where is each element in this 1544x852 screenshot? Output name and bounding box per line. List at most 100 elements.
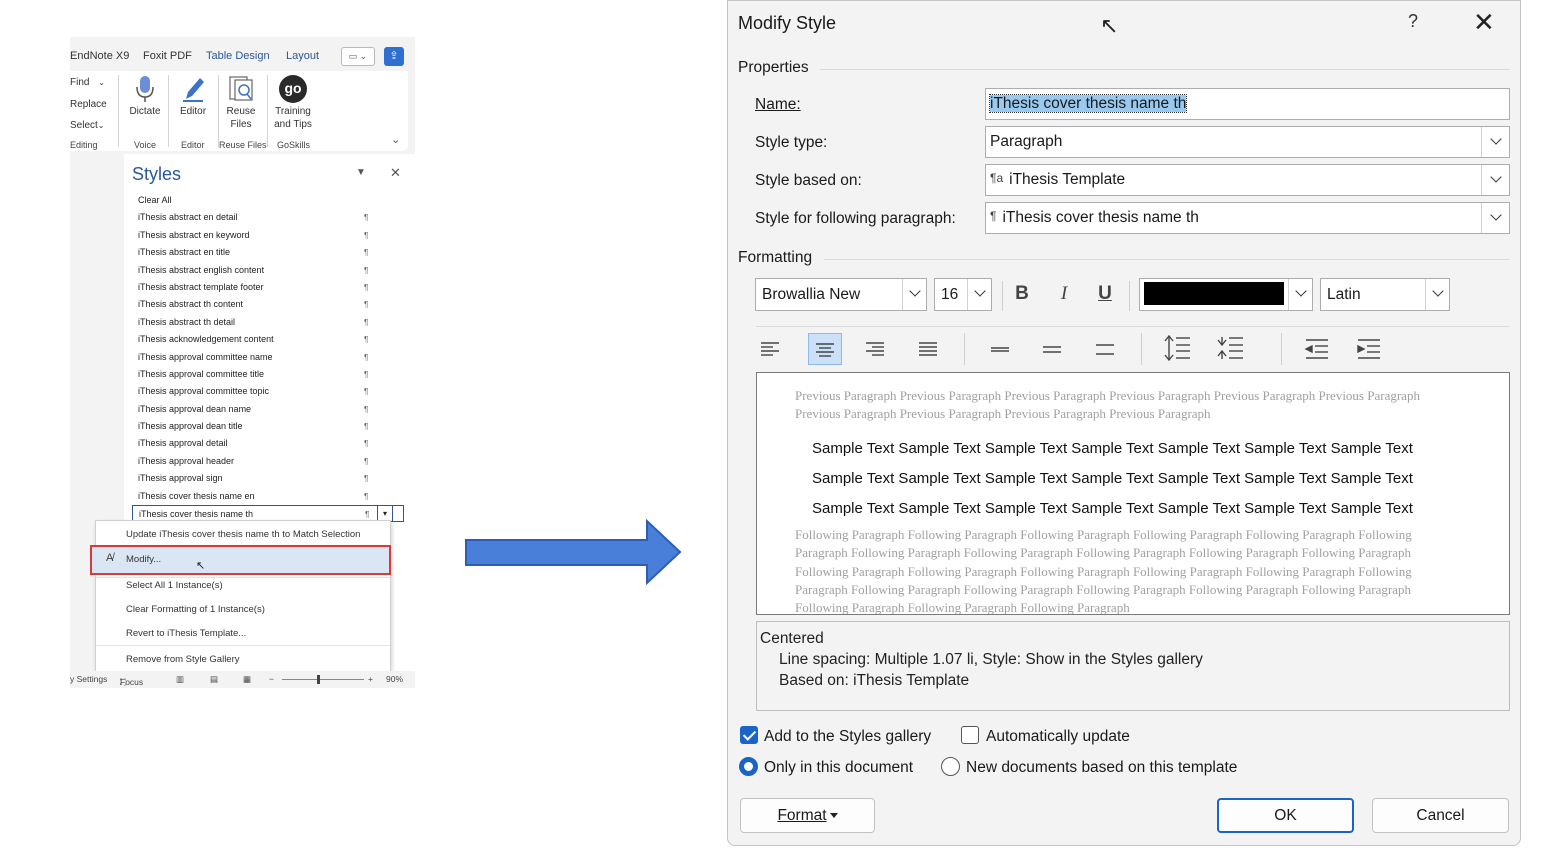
training-tips-button[interactable]: go Training and Tips — [269, 75, 317, 131]
format-button[interactable]: Format — [740, 798, 875, 833]
chevron-down-icon[interactable] — [1288, 279, 1312, 310]
tab-layout[interactable]: Layout — [286, 50, 319, 62]
chevron-down-icon[interactable] — [1425, 279, 1449, 310]
clear-all-item[interactable]: Clear All — [132, 192, 404, 209]
font-color-select[interactable] — [1139, 278, 1313, 311]
zoom-slider-thumb[interactable] — [317, 675, 320, 684]
ok-button[interactable]: OK — [1217, 798, 1354, 833]
align-center-button[interactable] — [808, 333, 842, 365]
only-this-document-label[interactable]: Only in this document — [764, 759, 913, 777]
align-left-button[interactable] — [754, 333, 788, 365]
font-size-select[interactable]: 16 — [934, 278, 992, 311]
status-settings[interactable]: y Settings — [70, 674, 107, 684]
web-layout-icon[interactable]: ▦ — [243, 674, 251, 685]
menu-item-select-all[interactable]: Select All 1 Instance(s) — [126, 580, 223, 591]
chevron-down-icon[interactable]: ⌄ — [391, 133, 400, 146]
double-spacing-button[interactable] — [1089, 333, 1123, 365]
auto-update-checkbox[interactable] — [961, 726, 979, 744]
single-spacing-button[interactable] — [984, 333, 1018, 365]
style-name: iThesis approval committee title — [138, 368, 265, 379]
style-list-item[interactable]: iThesis approval header ¶ — [132, 453, 404, 470]
menu-item-remove-from-gallery[interactable]: Remove from Style Gallery — [126, 654, 240, 665]
style-type-select[interactable]: Paragraph — [985, 126, 1510, 158]
section-divider — [756, 326, 1510, 327]
style-list-item[interactable]: iThesis abstract en title ¶ — [132, 244, 404, 261]
increase-indent-button[interactable] — [1352, 333, 1386, 365]
close-icon[interactable]: ✕ — [390, 165, 401, 181]
menu-item-clear-formatting[interactable]: Clear Formatting of 1 Instance(s) — [126, 604, 265, 615]
chevron-down-icon[interactable] — [1481, 203, 1509, 233]
dictate-button[interactable]: Dictate — [124, 75, 166, 118]
double-spacing-icon — [1096, 344, 1114, 355]
group-label-reuse-files: Reuse Files — [219, 140, 267, 150]
style-list-item[interactable]: iThesis abstract template footer ¶ — [132, 279, 404, 296]
pane-options-icon[interactable]: ▼ — [356, 167, 366, 178]
justify-button[interactable] — [912, 333, 946, 365]
one-half-spacing-button[interactable] — [1036, 333, 1070, 365]
help-button[interactable]: ? — [1408, 11, 1418, 32]
style-based-on-select[interactable]: ¶a iThesis Template — [985, 164, 1510, 196]
style-list-item[interactable]: iThesis approval committee topic ¶ — [132, 383, 404, 400]
style-list-item[interactable]: iThesis abstract th content ¶ — [132, 296, 404, 313]
style-list-item[interactable]: iThesis approval committee title ¶ — [132, 366, 404, 383]
tab-endnote[interactable]: EndNote X9 — [70, 50, 129, 62]
chevron-down-icon[interactable] — [902, 279, 926, 310]
menu-item-update-style[interactable]: Update iThesis cover thesis name th to M… — [126, 529, 360, 540]
print-layout-icon[interactable]: ▤ — [210, 674, 218, 685]
chevron-down-icon[interactable] — [967, 279, 991, 310]
comments-button[interactable]: ▭ ⌄ — [341, 47, 375, 66]
read-mode-icon[interactable]: ▥ — [176, 674, 184, 685]
style-list-item[interactable]: iThesis approval detail ¶ — [132, 435, 404, 452]
auto-update-label[interactable]: Automatically update — [986, 728, 1130, 746]
goskills-icon: go — [278, 75, 308, 103]
cancel-button[interactable]: Cancel — [1372, 798, 1509, 833]
new-documents-radio[interactable] — [941, 757, 960, 776]
decrease-paragraph-spacing-button[interactable] — [1213, 333, 1247, 365]
new-documents-label[interactable]: New documents based on this template — [966, 759, 1237, 777]
zoom-level[interactable]: 90% — [386, 674, 403, 684]
script-select[interactable]: Latin — [1320, 278, 1450, 311]
style-list-item[interactable]: iThesis approval dean title ¶ — [132, 418, 404, 435]
style-list-item[interactable]: iThesis acknowledgement content ¶ — [132, 331, 404, 348]
style-list-item[interactable]: iThesis cover thesis name en ¶ — [132, 488, 404, 505]
paragraph-mark-icon: ¶ — [364, 317, 369, 327]
only-this-document-radio[interactable] — [739, 757, 758, 776]
reuse-files-icon — [226, 75, 256, 103]
tab-table-design[interactable]: Table Design — [206, 50, 270, 62]
find-button[interactable]: Find ⌄ — [70, 77, 105, 88]
menu-item-revert[interactable]: Revert to iThesis Template... — [126, 628, 246, 639]
zoom-slider[interactable] — [282, 679, 364, 680]
style-list-item[interactable]: iThesis abstract th detail ¶ — [132, 314, 404, 331]
style-list-item[interactable]: iThesis abstract en detail ¶ — [132, 209, 404, 226]
zoom-in-icon[interactable]: + — [368, 674, 373, 684]
style-list-item[interactable]: iThesis approval dean name ¶ — [132, 401, 404, 418]
style-list-item[interactable]: iThesis approval sign ¶ — [132, 470, 404, 487]
bold-button[interactable]: B — [1009, 283, 1035, 307]
chevron-down-icon[interactable] — [1481, 127, 1509, 157]
decrease-indent-button[interactable] — [1300, 333, 1334, 365]
following-paragraph-select[interactable]: ¶ iThesis cover thesis name th — [985, 202, 1510, 234]
tab-foxit-pdf[interactable]: Foxit PDF — [143, 50, 192, 62]
italic-button[interactable]: I — [1051, 283, 1077, 307]
reuse-files-button[interactable]: Reuse Files — [220, 75, 262, 131]
style-list-item[interactable]: iThesis approval committee name ¶ — [132, 349, 404, 366]
style-name: iThesis cover thesis name th — [139, 509, 254, 520]
style-list-item[interactable]: iThesis abstract en keyword ¶ — [132, 227, 404, 244]
chevron-down-icon[interactable] — [1481, 165, 1509, 195]
replace-button[interactable]: Replace — [70, 99, 107, 110]
name-field[interactable]: iThesis cover thesis name th — [985, 88, 1510, 120]
align-right-button[interactable] — [859, 333, 893, 365]
close-button[interactable]: ✕ — [1473, 7, 1495, 38]
add-to-gallery-label[interactable]: Add to the Styles gallery — [764, 728, 931, 746]
add-to-gallery-checkbox[interactable] — [740, 726, 758, 744]
menu-item-modify[interactable]: Modify... — [126, 554, 161, 565]
style-list-item[interactable]: iThesis abstract english content ¶ — [132, 262, 404, 279]
select-button[interactable]: Select⌄ — [70, 120, 105, 131]
font-select[interactable]: Browallia New — [755, 278, 927, 311]
paragraph-mark-icon: ¶ — [364, 300, 369, 310]
zoom-out-icon[interactable]: − — [269, 674, 274, 684]
underline-button[interactable]: U — [1092, 283, 1118, 307]
editor-button[interactable]: Editor — [172, 75, 214, 118]
share-button[interactable]: ⇪ — [384, 47, 404, 66]
increase-paragraph-spacing-button[interactable] — [1160, 333, 1194, 365]
